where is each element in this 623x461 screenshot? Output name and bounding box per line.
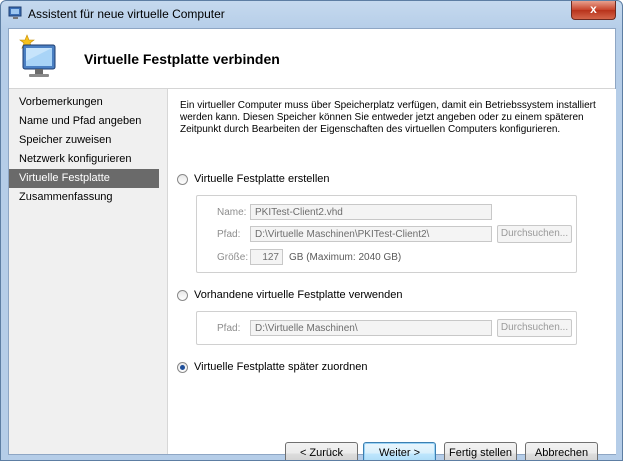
wizard-steps-nav: Vorbemerkungen Name und Pfad angeben Spe… [9,93,159,207]
create-disk-group: Name: PKITest-Client2.vhd Pfad: D:\Virtu… [196,195,577,273]
existing-path-field[interactable]: D:\Virtuelle Maschinen\ [250,320,492,336]
radio-option-create[interactable]: Virtuelle Festplatte erstellen [177,173,330,185]
new-computer-wizard-icon [15,31,61,81]
radio-attach-later[interactable] [177,361,188,373]
wizard-client-area: Virtuelle Festplatte verbinden Vorbemerk… [8,28,616,460]
virtual-machine-icon [8,6,24,20]
wizard-content-panel: Ein virtueller Computer muss über Speich… [167,89,616,460]
name-label: Name: [217,207,247,218]
back-button[interactable]: < Zurück [285,442,358,460]
window-title: Assistent für neue virtuelle Computer [28,7,225,21]
size-label: Größe: [217,252,249,263]
wizard-window: Assistent für neue virtuelle Computer x … [0,0,623,461]
next-button[interactable]: Weiter > [363,442,436,460]
nav-item-name-und-pfad[interactable]: Name und Pfad angeben [9,112,159,131]
existing-browse-button[interactable]: Durchsuchen... [497,319,572,337]
radio-later-label: Virtuelle Festplatte später zuordnen [194,361,368,373]
nav-item-vorbemerkungen[interactable]: Vorbemerkungen [9,93,159,112]
nav-item-zusammenfassung[interactable]: Zusammenfassung [9,188,159,207]
path-field[interactable]: D:\Virtuelle Maschinen\PKITest-Client2\ [250,226,492,242]
nav-item-virtuelle-festplatte[interactable]: Virtuelle Festplatte verbinden [9,169,159,203]
page-title: Virtuelle Festplatte verbinden [84,51,280,67]
radio-create-disk[interactable] [177,173,188,185]
page-description: Ein virtueller Computer muss über Speich… [180,100,596,135]
title-bar[interactable]: Assistent für neue virtuelle Computer x [1,1,622,27]
browse-button[interactable]: Durchsuchen... [497,225,572,243]
radio-existing-disk[interactable] [177,289,188,301]
nav-item-netzwerk[interactable]: Netzwerk konfigurieren [9,150,159,169]
radio-option-later[interactable]: Virtuelle Festplatte später zuordnen [177,361,367,373]
cancel-button[interactable]: Abbrechen [525,442,598,460]
finish-button[interactable]: Fertig stellen [444,442,517,460]
radio-existing-label: Vorhandene virtuelle Festplatte verwende… [194,289,403,301]
radio-option-existing[interactable]: Vorhandene virtuelle Festplatte verwende… [177,289,403,301]
nav-item-speicher[interactable]: Speicher zuweisen [9,131,159,150]
size-field[interactable]: 127 [250,249,283,265]
path-label: Pfad: [217,229,241,240]
wizard-header: Virtuelle Festplatte verbinden [9,29,615,89]
existing-disk-group: Pfad: D:\Virtuelle Maschinen\ Durchsuche… [196,311,577,345]
size-unit: GB (Maximum: 2040 GB) [289,252,402,263]
close-button[interactable]: x [571,1,616,20]
name-field[interactable]: PKITest-Client2.vhd [250,204,492,220]
radio-create-label: Virtuelle Festplatte erstellen [194,173,330,185]
existing-path-label: Pfad: [217,323,241,334]
